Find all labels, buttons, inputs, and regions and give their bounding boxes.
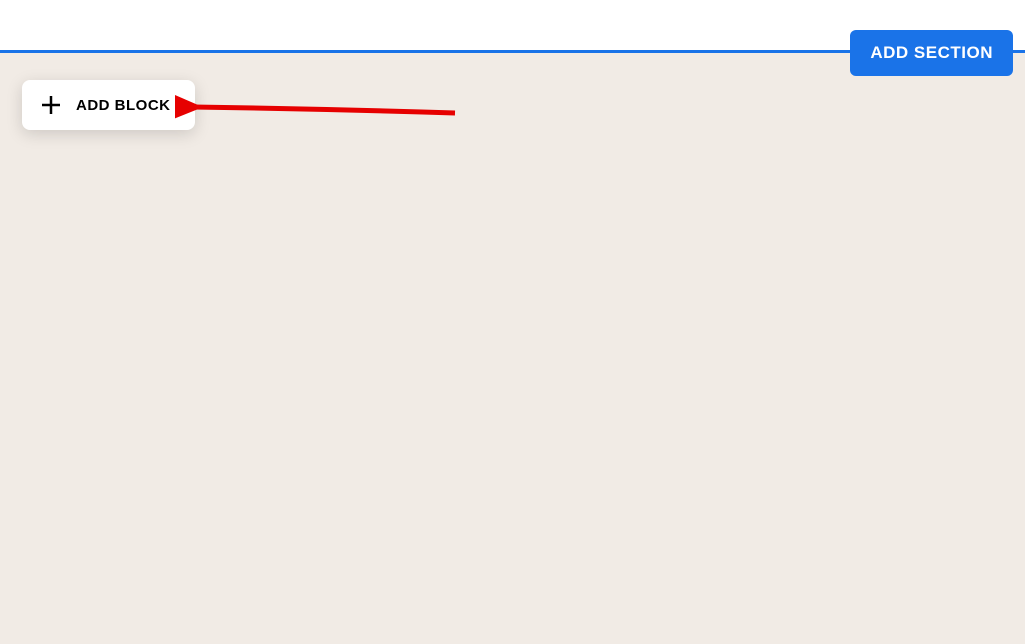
add-block-label: ADD BLOCK bbox=[76, 97, 171, 114]
add-section-label: ADD SECTION bbox=[870, 43, 993, 62]
header: ADD SECTION bbox=[0, 0, 1025, 53]
plus-icon bbox=[40, 94, 62, 116]
add-section-button[interactable]: ADD SECTION bbox=[850, 30, 1013, 76]
add-block-button[interactable]: ADD BLOCK bbox=[22, 80, 195, 130]
canvas-area: ADD BLOCK bbox=[0, 53, 1025, 644]
annotation-arrow-icon bbox=[175, 85, 465, 125]
